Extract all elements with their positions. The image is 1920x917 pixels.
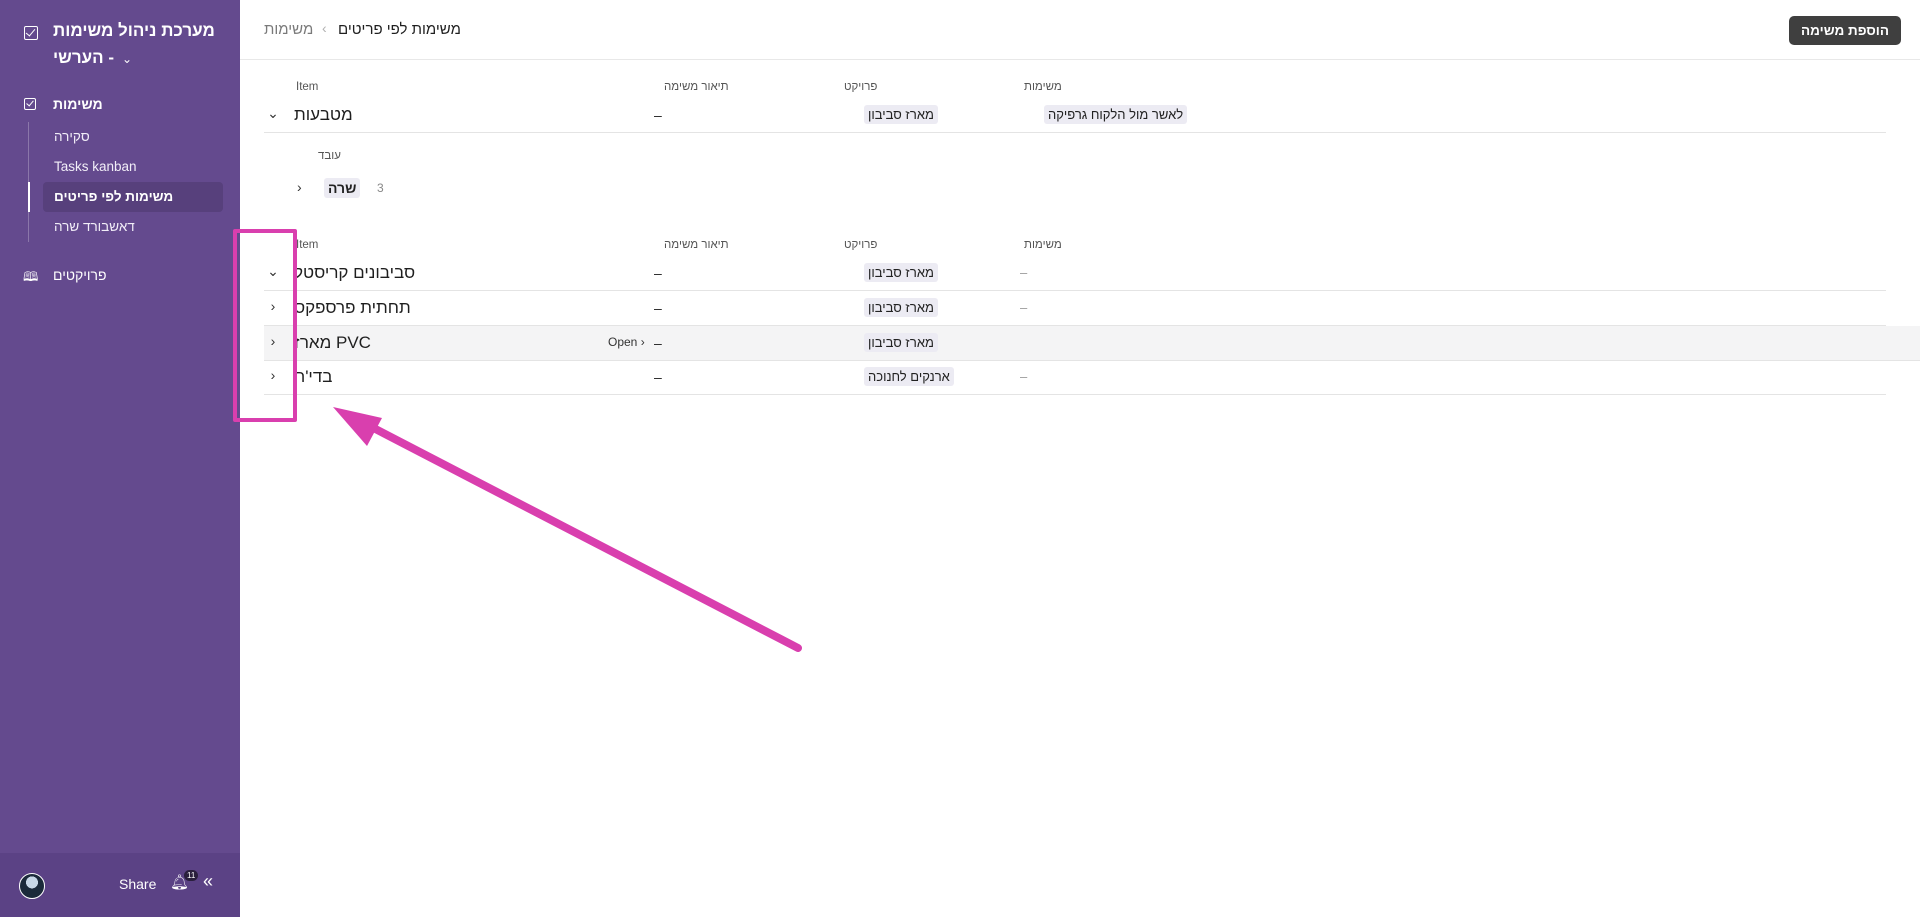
row-description: – [654,300,662,316]
row-title: תחתית פרספקס [294,298,411,317]
row-description: – [654,369,662,385]
main-content: Item תיאור משימה פרויקט משימות ⌄ מטבעות … [240,60,1920,917]
row-tasks: – [1020,300,1028,315]
app-header[interactable]: מערכת ניהול משימות הערשי - ⌄ [0,18,240,78]
table-row[interactable]: ⌄ מטבעות – מארז סביבון לאשר מול הלקוח גר… [264,98,1886,133]
column-header-tasks: משימות [1024,239,1062,251]
column-header-description: תיאור משימה [664,239,729,251]
row-title: בדי'ח [294,367,333,386]
row-title: מטבעות [294,105,353,124]
row-tasks: – [1020,369,1028,384]
task-tag[interactable]: לאשר מול הלקוח גרפיקה [1044,105,1188,124]
annotation-highlight-box [233,229,297,422]
column-header-description: תיאור משימה [664,81,729,93]
open-row-link[interactable]: Open › [608,335,645,349]
app-title: מערכת ניהול משימות [53,21,215,40]
group-count: 3 [377,181,384,195]
sidebar-footer: Share 🔔︎ 11 « [0,853,240,917]
group-name-tag: שרה [324,178,361,198]
project-tag[interactable]: מארז סביבון [864,298,938,317]
row-description: – [654,265,662,281]
column-header-project: פרויקט [844,81,878,93]
table-row[interactable]: › בדי'ח – ארנקים לחנוכה – [264,360,1886,395]
group-row[interactable]: › שרה 3 [240,175,440,203]
row-title: סביבונים קריסטל [294,263,416,282]
add-task-button[interactable]: הוספת משימה [1789,16,1902,45]
sidebar: מערכת ניהול משימות הערשי - ⌄ משימות סקירה… [0,0,240,917]
column-header-project: פרויקט [844,239,878,251]
row-description: – [654,335,662,351]
column-header-item: Item [296,239,319,251]
share-button[interactable]: Share [119,876,156,892]
chevron-down-icon[interactable]: ⌄ [266,105,280,122]
chevron-down-icon: ⌄ [122,52,133,66]
workspace-name: הערשי - [53,48,115,67]
checkbox-icon [24,26,38,40]
column-header-tasks: משימות [1024,81,1062,93]
nav-tasks-label: משימות [53,96,103,112]
row-description: – [654,107,662,123]
avatar[interactable] [19,873,45,899]
column-header-item: Item [296,81,319,93]
row-title: מארז PVC [294,333,371,352]
nav-projects-label: פרויקטים [53,267,107,283]
nav-projects[interactable]: 🕮 פרויקטים [0,262,240,288]
page-title: משימות לפי פריטים [338,21,461,38]
nav-tasks[interactable]: משימות [0,92,240,118]
notification-badge: 11 [184,870,199,881]
project-tag[interactable]: ארנקים לחנוכה [864,367,954,386]
top-bar: משימות ‹ משימות לפי פריטים הוספת משימה [240,0,1920,60]
tasks-subnav: סקירה Tasks kanban משימות לפי פריטים דאש… [28,122,228,242]
project-tag[interactable]: מארז סביבון [864,333,938,352]
group-label: עובד [318,150,341,162]
chevron-right-icon[interactable]: › [297,179,302,195]
breadcrumb-separator-icon: ‹ [322,20,327,36]
row-tasks: – [1020,265,1028,280]
project-tag[interactable]: מארז סביבון [864,263,938,282]
breadcrumb-root[interactable]: משימות [264,21,313,38]
project-tag[interactable]: מארז סביבון [864,105,938,124]
collapse-sidebar-icon[interactable]: « [203,871,213,892]
subnav-tasks-kanban[interactable]: Tasks kanban [29,152,228,182]
subnav-tasks-by-item-label: משימות לפי פריטים [54,189,174,204]
book-icon: 🕮 [23,269,39,284]
subnav-overview[interactable]: סקירה [29,122,228,152]
table-row[interactable]: ⌄ סביבונים קריסטל – מארז סביבון – [264,256,1886,291]
active-indicator [28,182,30,212]
subnav-tasks-by-item[interactable]: משימות לפי פריטים [28,182,223,212]
subnav-sarah-dashboard[interactable]: דאשבורד שרה [29,212,228,242]
table-row[interactable]: › מארז PVC Open › – מארז סביבון [264,326,1920,361]
workspace-selector[interactable]: הערשי - ⌄ [53,48,132,68]
checkbox-icon [24,98,36,110]
table-row[interactable]: › תחתית פרספקס – מארז סביבון – [264,291,1886,326]
